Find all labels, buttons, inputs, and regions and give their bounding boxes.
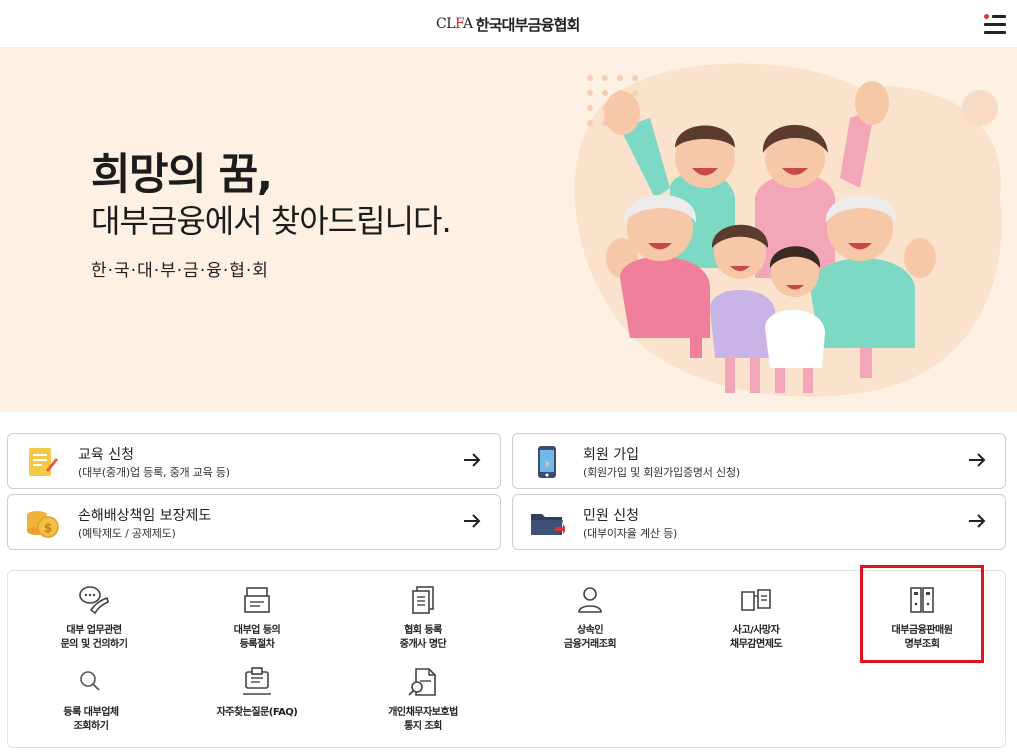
service-label-line2: 중개사 명단: [399, 639, 447, 650]
card-desc: (대부이자율 계산 등): [583, 527, 678, 540]
service-label-line2: 금융거래조회: [563, 639, 617, 650]
service-label-line2: 통지 조회: [404, 721, 442, 732]
header: CLFA 한국대부금융협회: [0, 0, 1017, 48]
hero-subtitle: 대부금융에서 찾아드립니다.: [91, 202, 452, 240]
service-label-line1: 등록 대부업체: [63, 707, 119, 718]
hamburger-menu-icon[interactable]: [980, 12, 1008, 38]
arrow-right-icon: [464, 453, 481, 467]
civil-complaint-card[interactable]: 민원 신청 (대부이자율 계산 등): [512, 494, 1006, 550]
service-label-line2: 등록절차: [239, 639, 275, 650]
hero-banner: 희망의 꿈, 대부금융에서 찾아드립니다. 한·국·대·부·금·융·협·회: [0, 48, 1017, 412]
svg-text:$: $: [44, 521, 52, 535]
arrow-right-icon: [464, 514, 481, 528]
service-broker-list[interactable]: 협회 등록중개사 명단: [353, 584, 493, 652]
card-title: 손해배상책임 보장제도: [78, 508, 212, 524]
card-title: 회원 가입: [583, 447, 639, 463]
logo-text: 한국대부금융협회: [475, 15, 581, 34]
service-label-line1: 대부 업무관련: [66, 625, 122, 636]
card-desc: (예탁제도 / 공제제도): [78, 527, 176, 540]
book-icon: [741, 589, 771, 611]
coins-icon: $: [27, 511, 59, 538]
arrow-right-icon: [969, 514, 986, 528]
folder-icon: [531, 514, 565, 535]
clfa-logo[interactable]: CLFA 한국대부금융협회: [436, 12, 580, 36]
mobile-phone-icon: [538, 446, 556, 478]
highlight-box: [860, 565, 984, 663]
liability-guarantee-card[interactable]: $ 손해배상책임 보장제도 (예탁제도 / 공제제도): [7, 494, 501, 550]
service-inquiry[interactable]: 대부 업무관련문의 및 건의하기: [24, 584, 164, 652]
card-title: 교육 신청: [78, 447, 134, 463]
service-debt-reduction[interactable]: 사고/사망자채무감면제도: [686, 584, 826, 652]
service-label-line1: 협회 등록: [404, 625, 442, 636]
service-label-line2: 채무감면제도: [729, 639, 783, 650]
document-search-icon: [408, 668, 436, 696]
service-label-line2: 문의 및 건의하기: [60, 639, 128, 650]
education-apply-card[interactable]: 교육 신청 (대부(중개)업 등록, 중개 교육 등): [7, 433, 501, 489]
service-label-line2: 조회하기: [73, 721, 109, 732]
faq-board-icon: [243, 667, 271, 695]
service-label-line1: 자주찾는질문(FAQ): [216, 707, 298, 718]
service-label-line1: 상속인: [576, 625, 604, 636]
education-form-icon: [29, 448, 58, 476]
service-faq[interactable]: 자주찾는질문(FAQ): [187, 666, 327, 720]
service-label-line1: 개인채무자보호법: [388, 707, 458, 718]
card-desc: (회원가입 및 회원가입증명서 신청): [583, 466, 740, 479]
service-label-line1: 대부업 등의: [233, 625, 281, 636]
hero-title: 희망의 꿈,: [91, 150, 273, 200]
service-debtor-protection-notice[interactable]: 개인채무자보호법통지 조회: [353, 666, 493, 734]
service-registered-company-search[interactable]: 등록 대부업체조회하기: [21, 666, 161, 734]
card-desc: (대부(중개)업 등록, 중개 교육 등): [78, 466, 230, 479]
search-icon: [80, 671, 100, 691]
chat-phone-icon: [79, 586, 109, 615]
arrow-right-icon: [969, 453, 986, 467]
member-join-card[interactable]: 회원 가입 (회원가입 및 회원가입증명서 신청): [512, 433, 1006, 489]
service-label-line1: 사고/사망자: [732, 625, 780, 636]
copy-list-icon: [412, 586, 434, 614]
service-registration-procedure[interactable]: 대부업 등의등록절차: [187, 584, 327, 652]
person-icon: [578, 587, 602, 613]
hero-org-name: 한·국·대·부·금·융·협·회: [91, 261, 269, 281]
happy-family-illustration: [574, 63, 1002, 397]
service-heir-inquiry[interactable]: 상속인금융거래조회: [520, 584, 660, 652]
logo-mark: CLFA: [436, 16, 473, 32]
card-title: 민원 신청: [583, 508, 639, 524]
document-stack-icon: [244, 587, 270, 613]
